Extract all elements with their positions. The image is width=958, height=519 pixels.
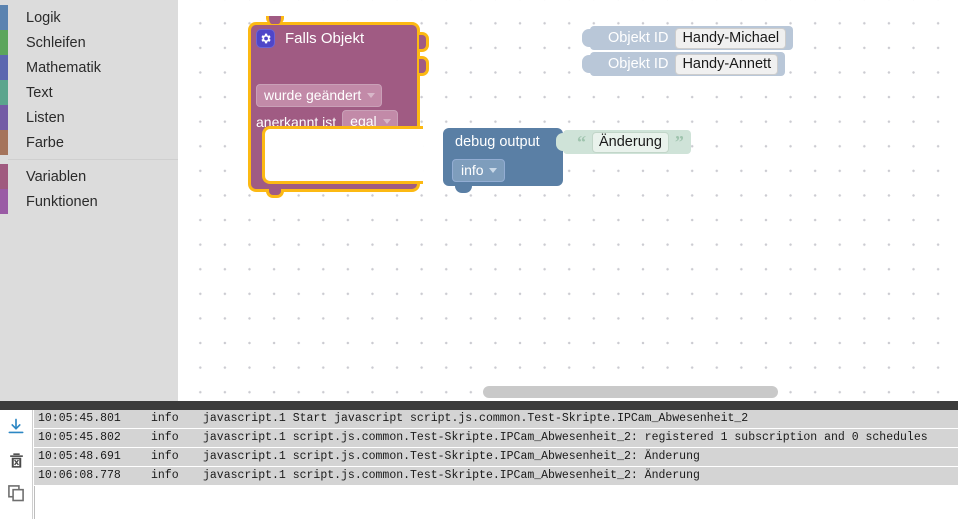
log-message: javascript.1 script.js.common.Test-Skrip… (195, 448, 958, 467)
toolbox-swatch-schleifen (0, 30, 8, 55)
input-socket-2[interactable] (419, 56, 429, 76)
debug-output-label: debug output (455, 134, 540, 150)
toolbox-swatch-text (0, 80, 8, 105)
toolbox-label-farbe: Farbe (26, 134, 64, 151)
toolbox-item-funktionen[interactable]: Funktionen (0, 189, 178, 214)
blockly-editor-window: Logik Schleifen Mathematik Text Listen F… (0, 0, 958, 519)
block-top-notch (266, 16, 284, 24)
copy-icon[interactable] (5, 482, 27, 504)
chevron-down-icon (488, 167, 497, 173)
block-objekt-id-2[interactable]: Objekt ID Handy-Annett (581, 52, 786, 76)
log-level: info (145, 448, 195, 467)
block-falls-objekt[interactable]: Falls Objekt wurde geändert anerkannt is… (248, 16, 429, 198)
toolbox-label-logik: Logik (26, 9, 61, 26)
toolbox-item-farbe[interactable]: Farbe (0, 130, 178, 155)
blockly-workspace[interactable]: Falls Objekt wurde geändert anerkannt is… (178, 0, 958, 401)
toolbox-swatch-farbe (0, 130, 8, 155)
toolbox-label-variablen: Variablen (26, 168, 87, 185)
block-statement-cutout (262, 126, 423, 184)
log-panel: 10:05:45.801 info javascript.1 Start jav… (0, 401, 958, 519)
gear-icon[interactable] (256, 29, 275, 48)
log-level: info (145, 410, 195, 429)
log-time: 10:05:48.691 (34, 448, 145, 467)
download-icon[interactable] (5, 416, 27, 438)
objekt-id-value[interactable]: Handy-Michael (675, 27, 787, 49)
trigger-dropdown-row: wurde geändert (256, 84, 383, 107)
open-quote-icon: “ (577, 132, 586, 152)
log-message: javascript.1 script.js.common.Test-Skrip… (195, 429, 958, 448)
log-level: info (145, 467, 195, 486)
toolbox-item-listen[interactable]: Listen (0, 105, 178, 130)
log-row[interactable]: 10:05:45.801 info javascript.1 Start jav… (34, 410, 958, 429)
log-time: 10:05:45.801 (34, 410, 145, 429)
toolbox-item-logik[interactable]: Logik (0, 5, 178, 30)
toolbox-sidebar: Logik Schleifen Mathematik Text Listen F… (0, 0, 178, 401)
log-message: javascript.1 Start javascript script.js.… (195, 410, 958, 429)
log-message: javascript.1 script.js.common.Test-Skrip… (195, 467, 958, 486)
log-time: 10:06:08.778 (34, 467, 145, 486)
toolbox-swatch-variablen (0, 164, 8, 189)
toolbox-label-text: Text (26, 84, 53, 101)
trigger-dropdown[interactable]: wurde geändert (256, 84, 383, 107)
block-header: Falls Objekt (256, 29, 364, 48)
delete-icon[interactable] (5, 449, 27, 471)
block-title: Falls Objekt (285, 30, 365, 47)
chevron-down-icon (382, 118, 391, 124)
log-panel-titlebar (0, 401, 958, 410)
log-level: info (145, 429, 195, 448)
objekt-id-value[interactable]: Handy-Annett (675, 53, 779, 75)
toolbox-label-mathematik: Mathematik (26, 59, 101, 76)
string-value[interactable]: Änderung (592, 131, 669, 153)
log-toolbar (0, 410, 33, 519)
toolbox-swatch-mathematik (0, 55, 8, 80)
toolbox-swatch-listen (0, 105, 8, 130)
block-objekt-id-1[interactable]: Objekt ID Handy-Michael (581, 26, 794, 50)
block-text-string[interactable]: “ Änderung ” (556, 130, 691, 154)
toolbox-swatch-logik (0, 5, 8, 30)
objekt-id-label: Objekt ID (608, 30, 669, 46)
log-row[interactable]: 10:05:48.691 info javascript.1 script.js… (34, 448, 958, 467)
block-debug-output[interactable]: debug output info (443, 128, 571, 193)
log-row[interactable]: 10:06:08.778 info javascript.1 script.js… (34, 467, 958, 486)
log-time: 10:05:45.802 (34, 429, 145, 448)
horizontal-scrollbar[interactable] (483, 386, 778, 398)
toolbox-swatch-funktionen (0, 189, 8, 214)
toolbox-item-variablen[interactable]: Variablen (0, 164, 178, 189)
toolbox-item-schleifen[interactable]: Schleifen (0, 30, 178, 55)
toolbox-label-listen: Listen (26, 109, 65, 126)
toolbox-item-mathematik[interactable]: Mathematik (0, 55, 178, 80)
toolbox-label-funktionen: Funktionen (26, 193, 98, 210)
toolbox-item-text[interactable]: Text (0, 80, 178, 105)
log-row[interactable]: 10:05:45.802 info javascript.1 script.js… (34, 429, 958, 448)
input-socket-1[interactable] (419, 32, 429, 52)
objekt-id-label: Objekt ID (608, 56, 669, 72)
toolbox-divider (0, 155, 178, 164)
debug-level-dropdown[interactable]: info (452, 159, 505, 182)
toolbox-label-schleifen: Schleifen (26, 34, 86, 51)
chevron-down-icon (367, 92, 376, 98)
log-table: 10:05:45.801 info javascript.1 Start jav… (34, 410, 958, 519)
close-quote-icon: ” (674, 132, 684, 152)
trigger-dropdown-value: wurde geändert (264, 87, 362, 103)
debug-level-value: info (461, 162, 484, 178)
